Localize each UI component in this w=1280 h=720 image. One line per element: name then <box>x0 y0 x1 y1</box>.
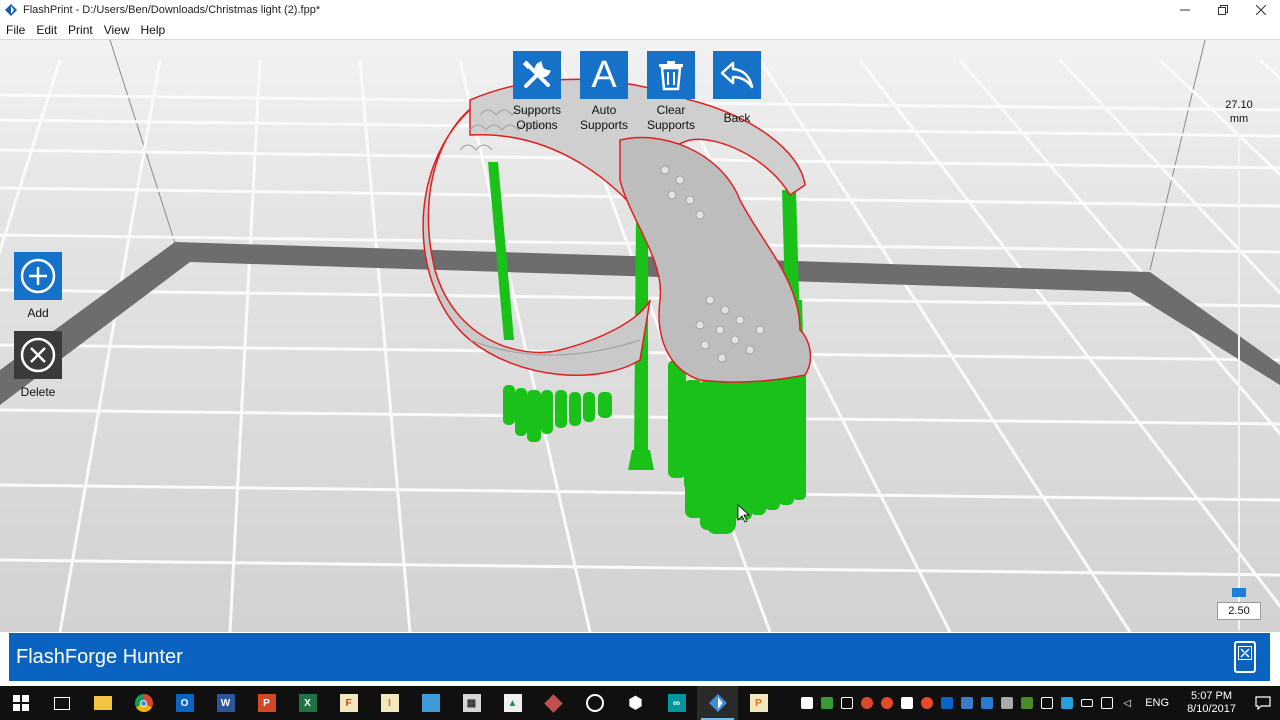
outlook-icon[interactable]: O <box>164 686 205 720</box>
auto-supports-label: Auto Supports <box>579 103 629 132</box>
excel-icon[interactable]: X <box>287 686 328 720</box>
action-center-icon[interactable] <box>1246 686 1280 720</box>
supports-options-button[interactable]: Supports Options <box>504 51 570 133</box>
tray-nvidia-icon[interactable] <box>1017 686 1037 720</box>
clock-date: 8/10/2017 <box>1187 703 1236 715</box>
tray-a-icon[interactable] <box>957 686 977 720</box>
menu-help[interactable]: Help <box>136 20 171 40</box>
tray-shield-icon[interactable] <box>817 686 837 720</box>
close-button[interactable] <box>1242 0 1280 20</box>
supports-options-label: Supports Options <box>512 103 562 132</box>
windows-logo-icon <box>12 695 29 711</box>
taskbar-clock[interactable]: 5:07 PM 8/10/2017 <box>1177 690 1246 716</box>
add-button[interactable]: Add <box>8 252 68 320</box>
app-f-icon[interactable]: F <box>328 686 369 720</box>
delete-button[interactable]: Delete <box>8 331 68 399</box>
title-bar: FlashPrint - D:/Users/Ben/Downloads/Chri… <box>0 0 1280 20</box>
app-monitor-icon[interactable] <box>410 686 451 720</box>
calculator-icon[interactable]: ▦ <box>451 686 492 720</box>
app-p-icon[interactable]: P <box>738 686 779 720</box>
printer-name: FlashForge Hunter <box>16 645 183 668</box>
clear-supports-button[interactable]: Clear Supports <box>638 51 704 133</box>
app-box-icon[interactable]: ⬢ <box>615 686 656 720</box>
delete-label: Delete <box>20 385 56 399</box>
tools-icon <box>513 51 561 99</box>
app-i-icon[interactable]: I <box>369 686 410 720</box>
printer-connection-icon[interactable] <box>1234 641 1256 673</box>
height-max-value: 27.10 <box>1225 99 1253 111</box>
app-3d-icon[interactable] <box>533 686 574 720</box>
3d-viewport[interactable]: Supports Options A Auto Supports Clear S… <box>0 40 1280 632</box>
tray-monitor-icon[interactable] <box>1037 686 1057 720</box>
menu-bar: File Edit Print View Help <box>0 20 1280 40</box>
input-language[interactable]: ENG <box>1137 697 1177 709</box>
menu-view[interactable]: View <box>99 20 135 40</box>
restore-icon <box>1218 5 1228 15</box>
arduino-icon[interactable]: ∞ <box>656 686 697 720</box>
height-max-unit: mm <box>1229 113 1249 125</box>
height-value-field[interactable]: 2.50 <box>1217 602 1261 620</box>
close-icon <box>1256 5 1266 15</box>
clock-time: 5:07 PM <box>1191 690 1233 702</box>
back-label: Back <box>723 111 751 125</box>
tray-app-icon[interactable] <box>857 686 877 720</box>
tray-app-icon[interactable] <box>977 686 997 720</box>
trash-icon <box>647 51 695 99</box>
file-explorer-icon[interactable] <box>82 686 123 720</box>
start-button[interactable] <box>0 686 41 720</box>
status-bar: FlashForge Hunter <box>9 633 1270 681</box>
window-title: FlashPrint - D:/Users/Ben/Downloads/Chri… <box>23 4 321 16</box>
tray-outlook-icon[interactable] <box>937 686 957 720</box>
back-button[interactable]: Back <box>704 51 770 126</box>
tray-cloud-icon[interactable] <box>917 686 937 720</box>
tray-s-icon[interactable] <box>797 686 817 720</box>
task-view-icon[interactable] <box>41 686 82 720</box>
add-circle-icon <box>14 252 62 300</box>
height-slider-handle[interactable] <box>1232 588 1246 597</box>
tray-app-icon[interactable] <box>877 686 897 720</box>
menu-edit[interactable]: Edit <box>31 20 62 40</box>
build-volume-edge <box>109 40 176 244</box>
height-slider-track[interactable] <box>1238 135 1240 630</box>
auto-letter-a-icon: A <box>580 51 628 99</box>
powerpoint-icon[interactable]: P <box>246 686 287 720</box>
tray-volume-icon[interactable]: ◁ <box>1117 686 1137 720</box>
word-icon[interactable]: W <box>205 686 246 720</box>
menu-print[interactable]: Print <box>63 20 98 40</box>
flashprint-logo-icon <box>5 4 17 16</box>
add-label: Add <box>27 306 49 320</box>
build-volume-edge <box>1149 40 1206 271</box>
menu-file[interactable]: File <box>1 20 30 40</box>
chrome-icon[interactable] <box>123 686 164 720</box>
windows-taskbar: O W P X F I ▦ ▲ ⬢ ∞ P ◁ ENG 5:07 PM 8/10… <box>0 686 1280 720</box>
maximize-button[interactable] <box>1204 0 1242 20</box>
app-chart-icon[interactable]: ▲ <box>492 686 533 720</box>
obs-icon[interactable] <box>574 686 615 720</box>
clear-supports-label: Clear Supports <box>646 103 696 132</box>
tray-dropbox-icon[interactable] <box>897 686 917 720</box>
tray-mail-icon[interactable] <box>837 686 857 720</box>
auto-supports-button[interactable]: A Auto Supports <box>571 51 637 133</box>
delete-circle-icon <box>14 331 62 379</box>
minimize-button[interactable] <box>1166 0 1204 20</box>
tray-app-icon[interactable] <box>1057 686 1077 720</box>
flashprint-icon[interactable] <box>697 686 738 720</box>
minimize-icon <box>1180 9 1190 11</box>
system-tray: ◁ ENG 5:07 PM 8/10/2017 <box>797 686 1280 720</box>
tray-usb-icon[interactable] <box>997 686 1017 720</box>
height-max-readout: 27.10 mm <box>1218 98 1260 126</box>
back-arrow-icon <box>713 51 761 99</box>
tray-battery-icon[interactable] <box>1077 686 1097 720</box>
tray-network-icon[interactable] <box>1097 686 1117 720</box>
